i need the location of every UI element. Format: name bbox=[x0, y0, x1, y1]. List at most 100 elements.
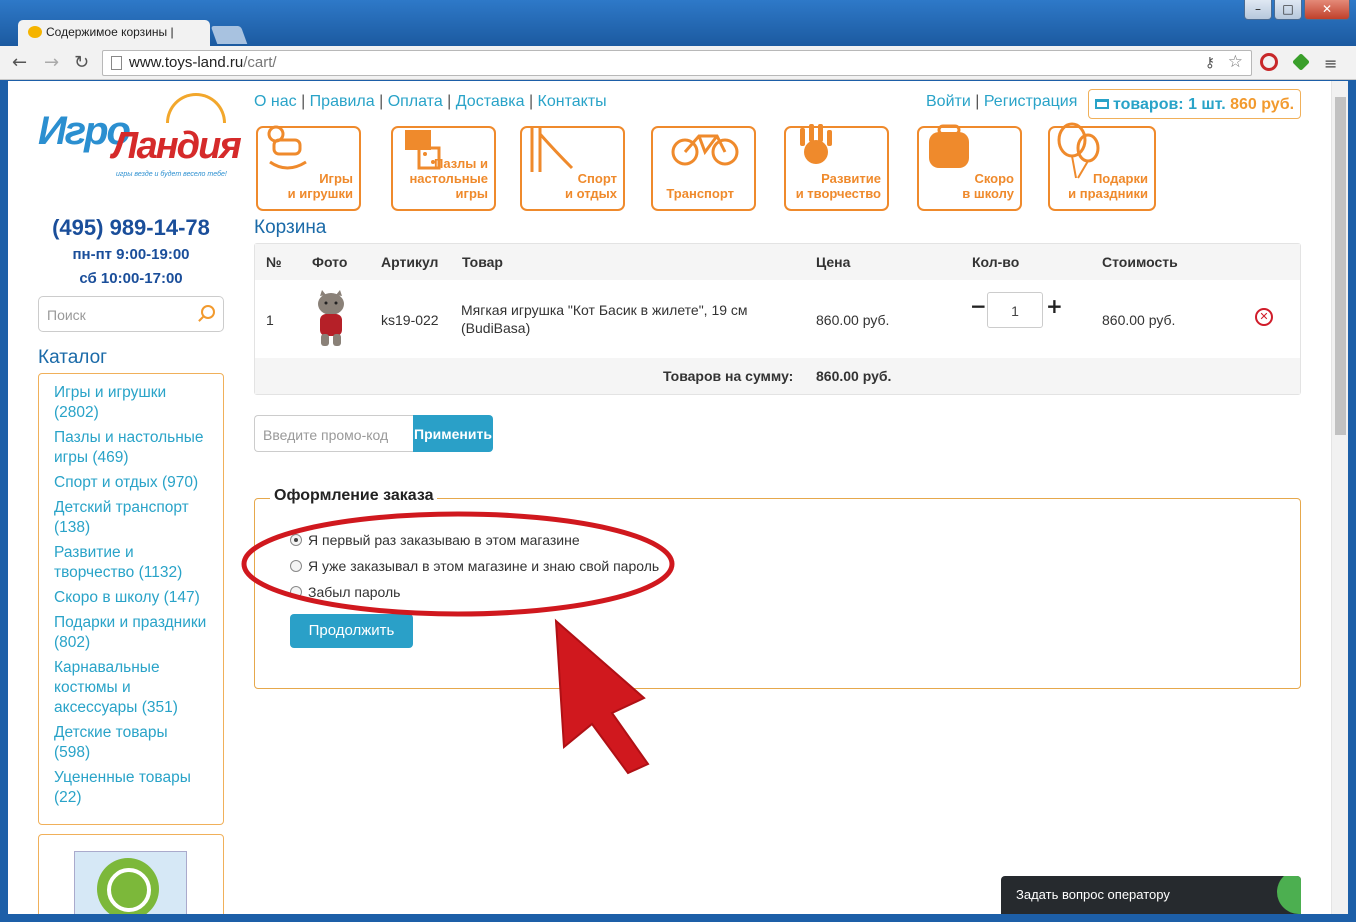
category-puzzles[interactable]: Пазлы и настольные игры bbox=[391, 126, 496, 211]
cart-title: Корзина bbox=[254, 217, 327, 238]
product-link[interactable]: Мягкая игрушка "Кот Басик в жилете", 19 … bbox=[461, 302, 748, 318]
menu-icon[interactable]: ≡ bbox=[1324, 54, 1337, 73]
register-link[interactable]: Регистрация bbox=[984, 93, 1078, 110]
side-banner[interactable] bbox=[38, 834, 224, 914]
hours-weekdays: пн-пт 9:00-19:00 bbox=[72, 246, 190, 263]
header-sku: Артикул bbox=[381, 254, 439, 270]
category-sport[interactable]: Спорт и отдых bbox=[520, 126, 625, 211]
radio-button[interactable] bbox=[290, 560, 302, 572]
minimize-button[interactable]: – bbox=[1244, 0, 1272, 20]
catalog-item-puzzles[interactable]: Пазлы и настольные игры (469) bbox=[54, 428, 214, 468]
checkout-legend: Оформление заказа bbox=[270, 487, 438, 505]
top-navigation: О нас | Правила | Оплата | Доставка | Ко… bbox=[254, 93, 607, 110]
contact-block: (495) 989-14-78 пн-пт 9:00-19:00 сб 10:0… bbox=[38, 215, 224, 291]
browser-tab[interactable]: Содержимое корзины | bbox=[18, 20, 210, 46]
row-price: 860.00 руб. bbox=[816, 312, 890, 328]
adblock-extension-icon[interactable] bbox=[1260, 53, 1278, 71]
radio-button[interactable] bbox=[290, 586, 302, 598]
category-school[interactable]: Скоро в школу bbox=[917, 124, 1022, 211]
operator-chat-button[interactable]: Задать вопрос оператору bbox=[1001, 876, 1301, 914]
qty-plus-button[interactable]: + bbox=[1046, 296, 1063, 316]
cart-table: № Фото Артикул Товар Цена Кол-во Стоимос… bbox=[254, 243, 1301, 395]
category-line2: настольные игры bbox=[409, 171, 488, 201]
site-logo[interactable]: Игро Ландия игры везде и будет весело те… bbox=[36, 91, 242, 183]
login-link[interactable]: Войти bbox=[926, 93, 971, 110]
nav-payment[interactable]: Оплата bbox=[388, 93, 443, 110]
category-toys[interactable]: Игры и игрушки bbox=[256, 125, 361, 211]
download-extension-icon[interactable] bbox=[1292, 53, 1310, 71]
nav-delivery[interactable]: Доставка bbox=[456, 93, 525, 110]
back-arrow-icon[interactable]: ← bbox=[12, 52, 27, 73]
bookmark-star-icon[interactable]: ☆ bbox=[1228, 52, 1243, 72]
continue-button[interactable]: Продолжить bbox=[290, 614, 413, 648]
total-value: 860.00 руб. bbox=[816, 368, 892, 384]
catalog-item-sport[interactable]: Спорт и отдых (970) bbox=[54, 473, 214, 493]
address-bar[interactable]: www.toys-land.ru/cart/ ⚷ ☆ bbox=[102, 50, 1252, 76]
radio-label: Забыл пароль bbox=[308, 584, 401, 600]
tab-title: Содержимое корзины | bbox=[46, 25, 174, 39]
catalog-item-kids-goods[interactable]: Детские товары (598) bbox=[54, 723, 194, 763]
catalog-item-costumes[interactable]: Карнавальные костюмы и аксессуары (351) bbox=[54, 658, 194, 718]
category-line1: Подарки bbox=[1092, 171, 1148, 186]
chat-corner-icon bbox=[1277, 876, 1301, 914]
radio-returning-customer[interactable]: Я уже заказывал в этом магазине и знаю с… bbox=[290, 558, 659, 574]
radio-first-order[interactable]: Я первый раз заказываю в этом магазине bbox=[290, 532, 580, 548]
reload-icon[interactable]: ↻ bbox=[74, 52, 89, 73]
category-line1: Спорт bbox=[577, 171, 617, 186]
category-line2: Транспорт bbox=[666, 186, 734, 201]
radio-label: Я уже заказывал в этом магазине и знаю с… bbox=[308, 558, 660, 574]
catalog-item-toys[interactable]: Игры и игрушки (2802) bbox=[54, 383, 214, 423]
category-development[interactable]: Развитие и творчество bbox=[784, 124, 889, 211]
cart-summary-button[interactable]: товаров: 1 шт. 860 руб. bbox=[1088, 89, 1301, 119]
category-line2: в школу bbox=[962, 186, 1014, 201]
nav-contacts[interactable]: Контакты bbox=[538, 93, 607, 110]
bicycle-icon bbox=[671, 134, 739, 166]
forward-arrow-icon[interactable]: → bbox=[44, 52, 59, 73]
maximize-button[interactable]: □ bbox=[1274, 0, 1302, 20]
catalog-title: Каталог bbox=[38, 347, 108, 368]
qty-minus-button[interactable]: − bbox=[970, 296, 987, 316]
phone-number: (495) 989-14-78 bbox=[52, 215, 210, 240]
radio-forgot-password[interactable]: Забыл пароль bbox=[290, 584, 400, 600]
apply-promo-button[interactable]: Применить bbox=[413, 415, 493, 452]
category-line2: и отдых bbox=[565, 186, 617, 201]
window-titlebar: – □ ✕ Содержимое корзины | bbox=[0, 0, 1356, 46]
category-line1: Игры bbox=[319, 171, 353, 186]
scrollbar-thumb[interactable] bbox=[1335, 97, 1346, 435]
catalog-item-discounted[interactable]: Уцененные товары (22) bbox=[54, 768, 204, 808]
close-button[interactable]: ✕ bbox=[1304, 0, 1350, 20]
people-group-icon bbox=[74, 851, 187, 914]
category-line2: и праздники bbox=[1068, 186, 1148, 201]
catalog-item-school[interactable]: Скоро в школу (147) bbox=[54, 588, 214, 608]
category-gifts[interactable]: Подарки и праздники bbox=[1048, 122, 1156, 211]
search-input[interactable]: Поиск bbox=[38, 296, 224, 332]
catalog-item-transport[interactable]: Детский транспорт (138) bbox=[54, 498, 204, 538]
quantity-field[interactable]: 1 bbox=[987, 292, 1043, 328]
remove-item-icon[interactable]: ✕ bbox=[1255, 308, 1273, 326]
page-viewport: Игро Ландия игры везде и будет весело те… bbox=[8, 81, 1348, 914]
checkout-fieldset bbox=[254, 498, 1301, 689]
key-icon[interactable]: ⚷ bbox=[1205, 54, 1215, 71]
new-tab-button[interactable] bbox=[210, 26, 248, 44]
table-header: № Фото Артикул Товар Цена Кол-во Стоимос… bbox=[255, 244, 1300, 280]
search-icon[interactable] bbox=[201, 305, 215, 319]
nav-about[interactable]: О нас bbox=[254, 93, 297, 110]
radio-button[interactable] bbox=[290, 534, 302, 546]
hours-saturday: сб 10:00-17:00 bbox=[79, 270, 183, 287]
catalog-item-gifts[interactable]: Подарки и праздники (802) bbox=[54, 613, 214, 653]
product-brand: (BudiBasa) bbox=[461, 320, 531, 336]
header-photo: Фото bbox=[312, 254, 348, 270]
category-transport[interactable]: Транспорт bbox=[651, 126, 756, 211]
promo-code-input[interactable]: Введите промо-код bbox=[254, 415, 414, 452]
category-line1: Скоро bbox=[974, 171, 1014, 186]
header-price: Цена bbox=[816, 254, 851, 270]
cart-icon bbox=[1095, 99, 1109, 109]
product-photo[interactable] bbox=[311, 290, 351, 348]
page-scrollbar[interactable] bbox=[1331, 81, 1348, 914]
nav-rules[interactable]: Правила bbox=[310, 93, 375, 110]
catalog-item-development[interactable]: Развитие и творчество (1132) bbox=[54, 543, 194, 583]
logo-text-part2: Ландия bbox=[112, 125, 242, 167]
category-line2: и игрушки bbox=[287, 186, 353, 201]
total-label: Товаров на сумму: bbox=[663, 368, 794, 384]
header-product: Товар bbox=[462, 254, 503, 270]
